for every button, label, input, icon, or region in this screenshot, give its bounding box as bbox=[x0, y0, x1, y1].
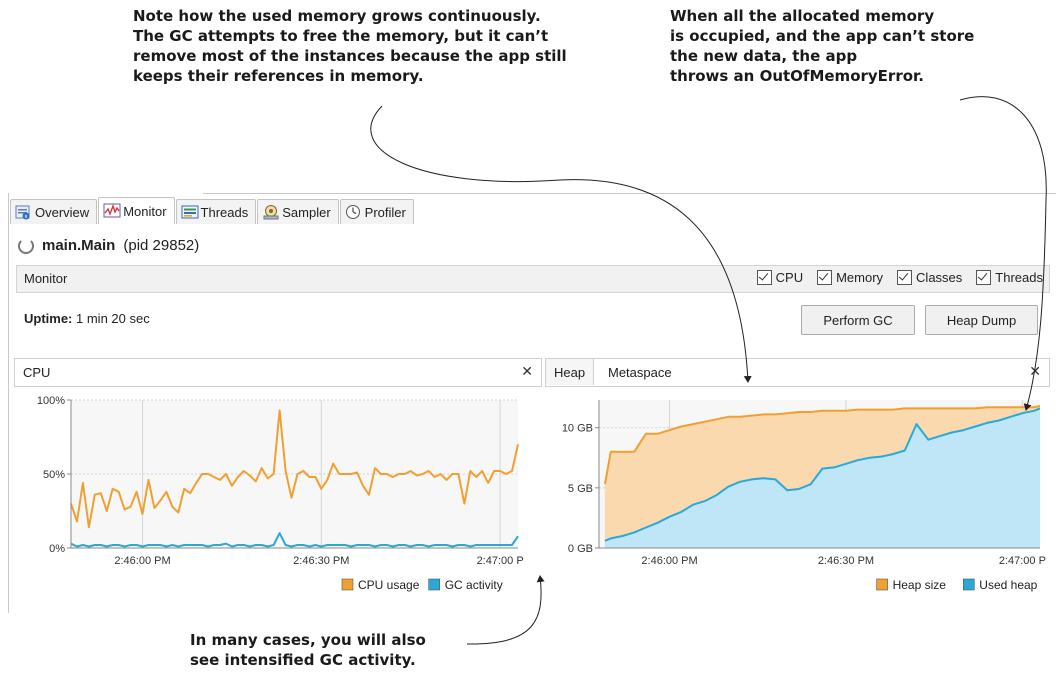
uptime-value: 1 min 20 sec bbox=[76, 311, 150, 326]
monitor-checkboxes: CPU Memory Classes Threads bbox=[756, 270, 1043, 285]
x-tick-label: 2:46:00 PM bbox=[641, 555, 697, 567]
heap-panel-close-icon[interactable]: ✕ bbox=[1029, 363, 1041, 380]
legend-label: Heap size bbox=[893, 578, 947, 592]
legend-label: GC activity bbox=[445, 578, 503, 592]
legend-label: CPU usage bbox=[358, 578, 420, 592]
x-tick-label: 2:46:30 PM bbox=[818, 555, 874, 567]
perform-gc-button[interactable]: Perform GC bbox=[801, 305, 915, 335]
tab-sampler[interactable]: Sampler bbox=[257, 199, 339, 224]
y-tick-label: 0 GB bbox=[568, 543, 593, 555]
cpu-chart: 2:46:00 PM 2:46:30 PM 2:47:00 P 0% 50% 100% GC… bbox=[37, 395, 524, 592]
heap-panel-header: Heap Metaspace ✕ bbox=[545, 358, 1050, 387]
process-title: main.Main (pid 29852) bbox=[18, 237, 199, 254]
legend-swatch bbox=[428, 578, 441, 591]
checkbox-threads[interactable]: Threads bbox=[976, 270, 1043, 285]
x-tick-label: 2:46:30 PM bbox=[293, 555, 349, 567]
tab-sampler-label: Sampler bbox=[282, 204, 331, 220]
callout-out-of-memory: When all the allocated memory is occupie… bbox=[670, 7, 975, 85]
x-tick-label: 2:47:00 P bbox=[477, 555, 524, 567]
checkbox-classes[interactable]: Classes bbox=[897, 270, 962, 285]
tab-threads-label: Threads bbox=[200, 204, 249, 220]
overview-icon bbox=[15, 204, 31, 220]
cpu-panel-title: CPU bbox=[23, 365, 51, 380]
cpu-panel-header: CPU ✕ bbox=[14, 358, 542, 387]
checkbox-cpu-box[interactable] bbox=[756, 270, 772, 285]
plot-background bbox=[71, 400, 518, 548]
tab-metaspace[interactable]: Metaspace bbox=[600, 359, 680, 385]
checkbox-cpu[interactable]: CPU bbox=[756, 270, 804, 285]
checkbox-classes-box[interactable] bbox=[897, 270, 913, 285]
tab-profiler-label: Profiler bbox=[364, 204, 406, 220]
process-name: main.Main bbox=[42, 237, 116, 254]
checkbox-cpu-label: CPU bbox=[775, 270, 804, 285]
checkbox-memory[interactable]: Memory bbox=[817, 270, 883, 285]
uptime: Uptime: 1 min 20 sec bbox=[24, 311, 150, 326]
window-top-border bbox=[203, 193, 1056, 194]
legend-swatch bbox=[341, 578, 354, 591]
threads-icon bbox=[181, 204, 199, 220]
x-tick-label: 2:47:00 P bbox=[999, 555, 1046, 567]
checkbox-classes-label: Classes bbox=[916, 270, 963, 285]
legend-swatch bbox=[876, 578, 888, 591]
uptime-label: Uptime: bbox=[24, 311, 73, 326]
process-pid: (pid 29852) bbox=[123, 237, 200, 254]
profiler-icon bbox=[345, 204, 361, 220]
tab-threads[interactable]: Threads bbox=[175, 199, 257, 224]
loading-spinner-icon bbox=[18, 237, 34, 254]
y-tick-label: 10 GB bbox=[562, 423, 593, 435]
sampler-icon bbox=[262, 204, 279, 220]
main-tabbar: Overview Monitor Threads Sampler Profile… bbox=[10, 197, 415, 225]
tab-monitor[interactable]: Monitor bbox=[98, 197, 175, 224]
y-tick-label: 0% bbox=[49, 543, 65, 555]
tab-overview-label: Overview bbox=[35, 204, 90, 220]
callout-gc-activity: In many cases, you will also see intensi… bbox=[190, 631, 426, 669]
cpu-panel-close-icon[interactable]: ✕ bbox=[521, 363, 533, 380]
checkbox-memory-box[interactable] bbox=[817, 270, 833, 285]
checkbox-threads-label: Threads bbox=[995, 270, 1043, 285]
legend-swatch bbox=[962, 578, 975, 591]
tab-monitor-label: Monitor bbox=[123, 203, 167, 219]
y-tick-label: 5 GB bbox=[568, 483, 593, 495]
heap-dump-button[interactable]: Heap Dump bbox=[925, 305, 1038, 335]
tab-profiler[interactable]: Profiler bbox=[339, 199, 414, 224]
monitor-title: Monitor bbox=[24, 271, 68, 286]
visualvm-window: Overview Monitor Threads Sampler Profile… bbox=[8, 193, 1056, 613]
monitor-icon bbox=[103, 203, 121, 219]
heap-chart: 2:46:00 PM 2:46:30 PM 2:47:00 P 0 GB 5 GB 10 … bbox=[562, 400, 1046, 592]
x-tick-label: 2:46:00 PM bbox=[114, 555, 170, 567]
legend-label: Used heap bbox=[979, 578, 1037, 592]
monitor-header-bar: Monitor CPU Memory Classes Threads bbox=[16, 265, 1050, 293]
checkbox-threads-box[interactable] bbox=[976, 270, 992, 285]
y-tick-label: 100% bbox=[37, 395, 65, 407]
y-tick-label: 50% bbox=[43, 469, 65, 481]
tab-heap[interactable]: Heap bbox=[546, 359, 595, 385]
callout-memory-growth: Note how the used memory grows continuou… bbox=[133, 7, 567, 85]
checkbox-memory-label: Memory bbox=[836, 270, 884, 285]
tab-overview[interactable]: Overview bbox=[10, 199, 98, 224]
